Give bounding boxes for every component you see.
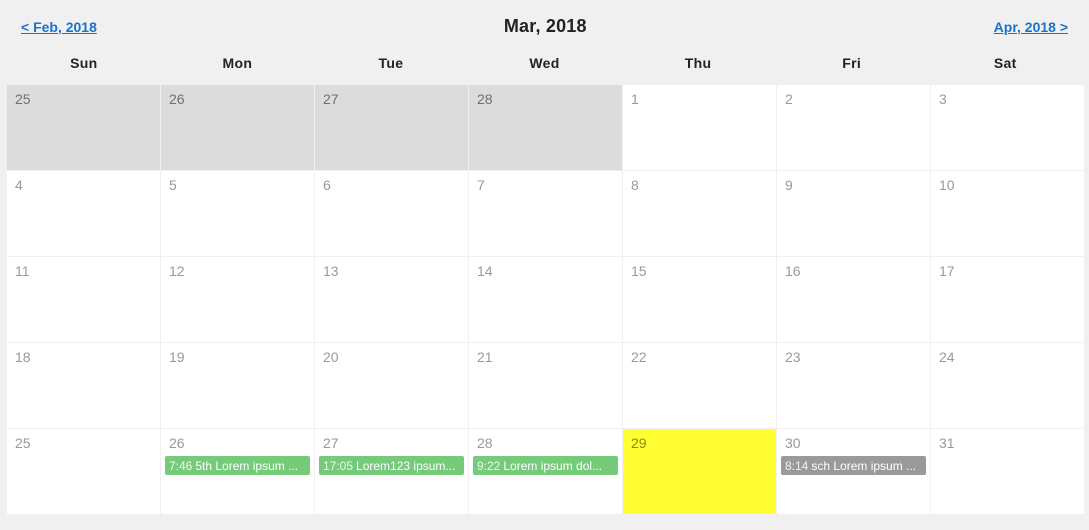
day-number: 24 xyxy=(935,347,1080,367)
weekday-label: Wed xyxy=(468,51,622,75)
day-number: 17 xyxy=(935,261,1080,281)
day-number: 5 xyxy=(165,175,310,195)
calendar-day-cell[interactable]: 8 xyxy=(623,171,776,256)
day-number: 21 xyxy=(473,347,618,367)
calendar-grid: 2526272812345678910111213141516171819202… xyxy=(7,85,1082,514)
calendar-day-cell[interactable]: 19 xyxy=(161,343,314,428)
calendar-day-cell[interactable]: 6 xyxy=(315,171,468,256)
weekday-header: SunMonTueWedThuFriSat xyxy=(7,51,1082,85)
calendar-day-cell[interactable]: 15 xyxy=(623,257,776,342)
calendar-event[interactable]: 9:22Lorem ipsum dol... xyxy=(473,456,618,475)
day-number: 27 xyxy=(319,433,464,453)
day-number: 31 xyxy=(935,433,1080,453)
calendar-day-cell[interactable]: 25 xyxy=(7,85,160,170)
day-number: 11 xyxy=(11,261,156,281)
event-title: Lorem123 ipsum... xyxy=(356,459,460,473)
calendar-day-cell[interactable]: 4 xyxy=(7,171,160,256)
calendar-day-cell[interactable]: 20 xyxy=(315,343,468,428)
event-time: 8:14 xyxy=(785,459,808,473)
calendar-day-cell[interactable]: 26 7:465th Lorem ipsum ... xyxy=(161,429,314,514)
day-number: 16 xyxy=(781,261,926,281)
day-number: 4 xyxy=(11,175,156,195)
day-number: 14 xyxy=(473,261,618,281)
calendar-day-cell[interactable]: 23 xyxy=(777,343,930,428)
day-number: 26 xyxy=(165,433,310,453)
calendar-day-cell[interactable]: 16 xyxy=(777,257,930,342)
calendar-day-cell[interactable]: 27 xyxy=(315,85,468,170)
calendar-day-cell[interactable]: 28 9:22Lorem ipsum dol... xyxy=(469,429,622,514)
weekday-label: Fri xyxy=(775,51,929,75)
calendar-day-cell[interactable]: 2 xyxy=(777,85,930,170)
day-number: 25 xyxy=(11,89,156,109)
day-number: 7 xyxy=(473,175,618,195)
calendar-day-cell[interactable]: 27 17:05Lorem123 ipsum... xyxy=(315,429,468,514)
weekday-label: Tue xyxy=(314,51,468,75)
day-number: 15 xyxy=(627,261,772,281)
calendar-day-cell[interactable]: 10 xyxy=(931,171,1084,256)
day-number: 25 xyxy=(11,433,156,453)
day-number: 12 xyxy=(165,261,310,281)
next-month-link[interactable]: Apr, 2018 > xyxy=(994,19,1068,35)
event-title: Lorem ipsum dol... xyxy=(503,459,614,473)
calendar-day-cell[interactable]: 21 xyxy=(469,343,622,428)
calendar-day-cell[interactable]: 12 xyxy=(161,257,314,342)
day-number: 10 xyxy=(935,175,1080,195)
calendar-nav: < Feb, 2018 Mar, 2018 Apr, 2018 > xyxy=(7,10,1082,51)
day-number: 8 xyxy=(627,175,772,195)
calendar-day-cell[interactable]: 17 xyxy=(931,257,1084,342)
day-number: 28 xyxy=(473,89,618,109)
event-time: 9:22 xyxy=(477,459,500,473)
event-title: 5th Lorem ipsum ... xyxy=(195,459,306,473)
calendar-day-cell[interactable]: 7 xyxy=(469,171,622,256)
calendar-event[interactable]: 17:05Lorem123 ipsum... xyxy=(319,456,464,475)
calendar-day-cell[interactable]: 30 8:14sch Lorem ipsum ... xyxy=(777,429,930,514)
calendar-title: Mar, 2018 xyxy=(504,16,587,37)
day-number: 23 xyxy=(781,347,926,367)
calendar-day-cell[interactable]: 5 xyxy=(161,171,314,256)
weekday-label: Sun xyxy=(7,51,161,75)
day-number: 26 xyxy=(165,89,310,109)
weekday-label: Thu xyxy=(621,51,775,75)
day-number: 6 xyxy=(319,175,464,195)
calendar-day-cell[interactable]: 14 xyxy=(469,257,622,342)
calendar-day-cell[interactable]: 3 xyxy=(931,85,1084,170)
calendar-day-cell[interactable]: 1 xyxy=(623,85,776,170)
calendar-day-cell[interactable]: 18 xyxy=(7,343,160,428)
weekday-label: Mon xyxy=(161,51,315,75)
day-number: 3 xyxy=(935,89,1080,109)
calendar-day-cell[interactable]: 9 xyxy=(777,171,930,256)
event-time: 17:05 xyxy=(323,459,353,473)
calendar-event[interactable]: 7:465th Lorem ipsum ... xyxy=(165,456,310,475)
calendar-day-cell[interactable]: 24 xyxy=(931,343,1084,428)
day-number: 18 xyxy=(11,347,156,367)
calendar-day-cell[interactable]: 31 xyxy=(931,429,1084,514)
event-time: 7:46 xyxy=(169,459,192,473)
day-number: 30 xyxy=(781,433,926,453)
day-number: 27 xyxy=(319,89,464,109)
day-number: 22 xyxy=(627,347,772,367)
calendar-day-cell[interactable]: 25 xyxy=(7,429,160,514)
weekday-label: Sat xyxy=(928,51,1082,75)
calendar-day-cell[interactable]: 29 xyxy=(623,429,776,514)
calendar-day-cell[interactable]: 22 xyxy=(623,343,776,428)
day-number: 1 xyxy=(627,89,772,109)
day-number: 29 xyxy=(627,433,772,453)
calendar-day-cell[interactable]: 26 xyxy=(161,85,314,170)
calendar-day-cell[interactable]: 11 xyxy=(7,257,160,342)
event-title: sch Lorem ipsum ... xyxy=(811,459,922,473)
prev-month-link[interactable]: < Feb, 2018 xyxy=(21,19,97,35)
calendar-event[interactable]: 8:14sch Lorem ipsum ... xyxy=(781,456,926,475)
day-number: 28 xyxy=(473,433,618,453)
calendar: < Feb, 2018 Mar, 2018 Apr, 2018 > SunMon… xyxy=(7,0,1082,514)
day-number: 13 xyxy=(319,261,464,281)
day-number: 20 xyxy=(319,347,464,367)
day-number: 19 xyxy=(165,347,310,367)
calendar-day-cell[interactable]: 28 xyxy=(469,85,622,170)
day-number: 9 xyxy=(781,175,926,195)
day-number: 2 xyxy=(781,89,926,109)
calendar-day-cell[interactable]: 13 xyxy=(315,257,468,342)
